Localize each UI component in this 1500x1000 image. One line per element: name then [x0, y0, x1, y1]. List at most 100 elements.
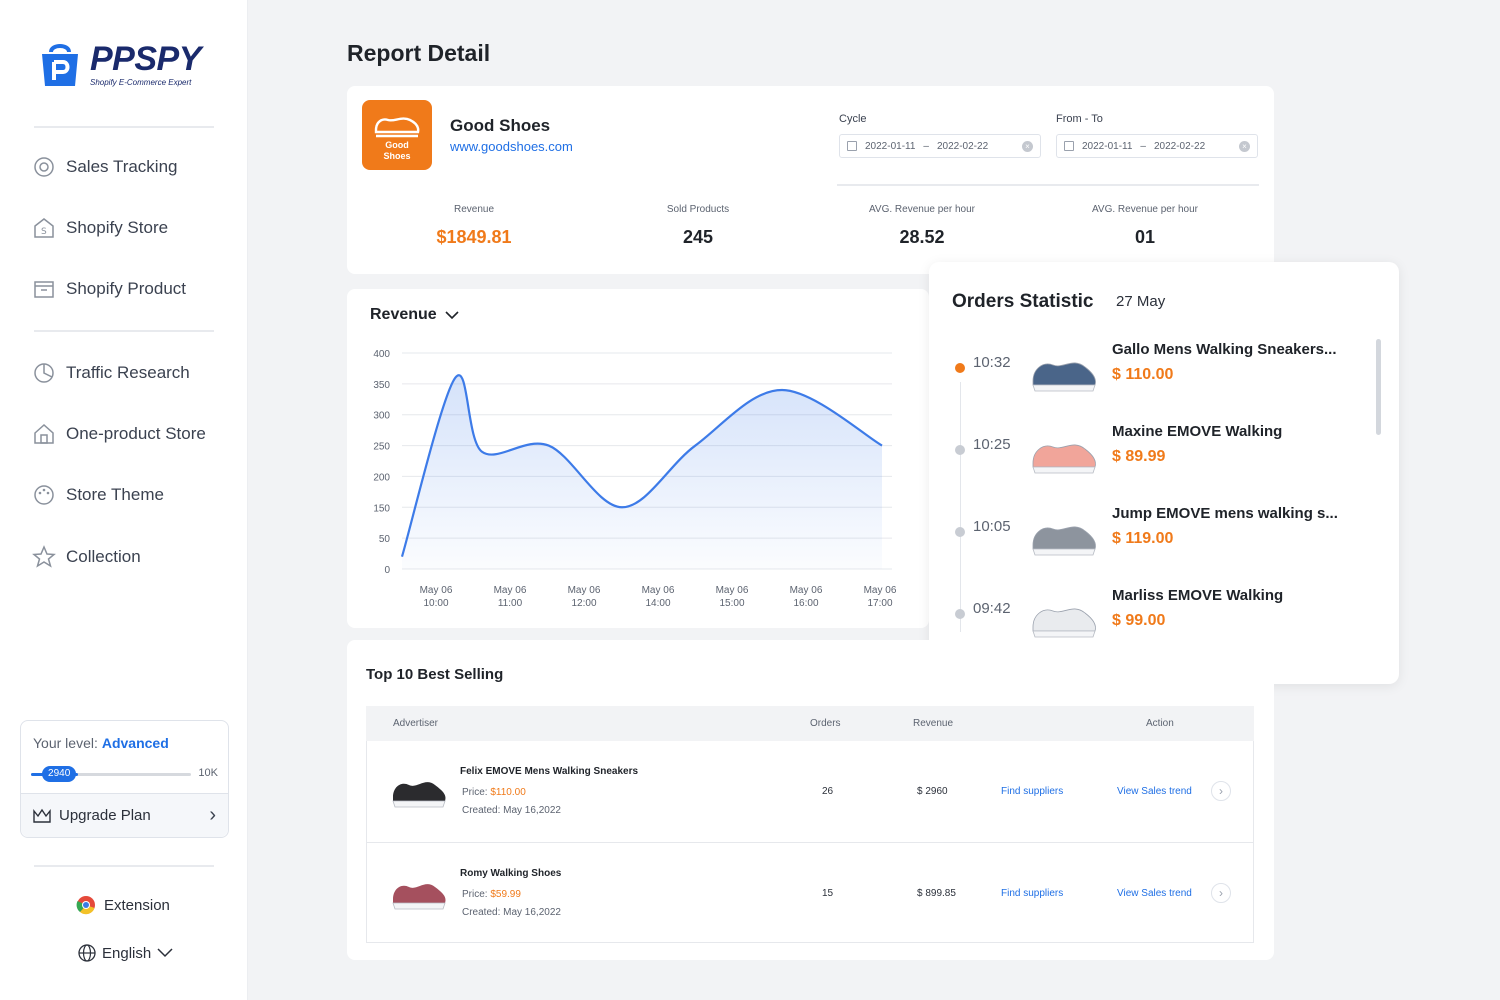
timeline-dot: [955, 527, 965, 537]
sidebar-item-shopify-product[interactable]: Shopify Product: [32, 274, 186, 304]
sidebar-item-label: Shopify Product: [66, 279, 187, 298]
divider: [34, 865, 214, 867]
store-summary-card: Good Shoes Good Shoes www.goodshoes.com C…: [347, 86, 1274, 274]
order-price: $ 89.99: [1112, 448, 1166, 465]
order-item[interactable]: 10:25 Maxine EMOVE Walking $ 89.99: [951, 423, 1371, 509]
chevron-right-icon[interactable]: ›: [1211, 781, 1231, 801]
series-area: [402, 375, 882, 569]
page-title: Report Detail: [347, 40, 491, 66]
revenue-chart: 0 50 150 200 250 300 350 400 May 06 10:00 May 06 11…: [373, 349, 897, 609]
view-sales-trend-link[interactable]: View Sales trend: [1117, 888, 1192, 899]
chevron-right-icon: ›: [209, 804, 216, 826]
level-progress-value: 2940: [42, 766, 77, 782]
column-header: Advertiser: [393, 718, 439, 729]
metric-avg-revenue-per-hour: AVG. Revenue per hour 28.52: [812, 204, 1032, 248]
metric-label: Revenue: [453, 204, 495, 215]
sidebar-item-collection[interactable]: Collection: [32, 542, 141, 572]
language-label: English: [102, 944, 152, 962]
product-created: Created: May 16,2022: [462, 805, 561, 816]
revenue-value: $ 2960: [917, 786, 948, 797]
upgrade-plan-button[interactable]: Upgrade Plan ›: [21, 793, 228, 837]
scrollbar[interactable]: [1376, 339, 1381, 435]
product-name: Romy Walking Shoes: [460, 868, 562, 879]
product-name: Felix EMOVE Mens Walking Sneakers: [460, 766, 639, 777]
sidebar: PPSPY Shopify E-Commerce Expert Sales Tr…: [0, 0, 248, 1000]
star-icon: [32, 545, 56, 568]
order-item[interactable]: 10:32 Gallo Mens Walking Sneakers... $ 110…: [951, 341, 1371, 427]
shoe-image: [1032, 444, 1096, 474]
chart-title: Revenue: [370, 306, 437, 323]
chrome-icon: [76, 896, 95, 915]
store-url-link[interactable]: www.goodshoes.com: [450, 139, 573, 154]
order-time: 10:25: [973, 436, 1011, 453]
table-row: Romy Walking Shoes Price: $59.99 Created: …: [367, 842, 1253, 943]
column-header: Orders: [810, 718, 841, 729]
product-price: Price: $59.99: [462, 889, 521, 900]
sidebar-item-sales-tracking[interactable]: Sales Tracking: [32, 152, 178, 182]
product-created: Created: May 16,2022: [462, 907, 561, 918]
divider: [34, 126, 214, 128]
order-time: 09:42: [973, 600, 1011, 617]
product-image: [392, 782, 446, 808]
logo[interactable]: PPSPY Shopify E-Commerce Expert: [38, 40, 201, 88]
x-tick-label: May 06: [494, 585, 527, 596]
palette-icon: [34, 485, 54, 505]
table-row: Felix EMOVE Mens Walking Sneakers Price: …: [367, 741, 1253, 842]
sidebar-item-one-product-store[interactable]: One-product Store: [32, 419, 206, 449]
divider: [34, 330, 214, 332]
order-product-name: Marliss EMOVE Walking: [1112, 587, 1284, 604]
x-tick-label: 17:00: [867, 598, 892, 609]
x-tick-label: May 06: [790, 585, 823, 596]
metric-value: 01: [1134, 227, 1156, 247]
chevron-down-icon: [445, 310, 459, 319]
x-tick-label: 11:00: [498, 598, 523, 609]
sidebar-item-store-theme[interactable]: Store Theme: [32, 480, 164, 510]
clear-icon[interactable]: ×: [1239, 140, 1250, 152]
level-label: Your level: Advanced: [33, 735, 169, 751]
find-suppliers-link[interactable]: Find suppliers: [1001, 888, 1063, 899]
level-progress-max: 10K: [198, 767, 218, 779]
metric-value: 28.52: [899, 227, 945, 247]
box-icon: [34, 281, 54, 298]
orders-count: 15: [822, 888, 834, 899]
logo-tagline: Shopify E-Commerce Expert: [90, 77, 192, 87]
svg-text:S: S: [41, 227, 47, 237]
extension-link[interactable]: Extension: [76, 895, 170, 915]
level-progress-bar: 2940: [31, 766, 191, 782]
x-tick-label: 12:00: [571, 598, 596, 609]
globe-icon: [78, 944, 96, 962]
sidebar-item-label: Traffic Research: [66, 363, 190, 382]
range-end-date: 2022-02-22: [1153, 140, 1206, 152]
table-title: Top 10 Best Selling: [366, 666, 504, 683]
cycle-start-date: 2022-01-11: [865, 140, 916, 152]
shoe-image: [1032, 526, 1096, 556]
shopping-bag-logo-icon: [38, 40, 82, 88]
clear-icon[interactable]: ×: [1022, 140, 1033, 152]
sidebar-item-traffic-research[interactable]: Traffic Research: [32, 358, 190, 388]
x-tick-label: May 06: [716, 585, 749, 596]
orders-count: 26: [822, 786, 834, 797]
order-time: 10:05: [973, 518, 1011, 535]
order-item[interactable]: 10:05 Jump EMOVE mens walking s... $ 119.0…: [951, 505, 1371, 591]
sidebar-item-label: Store Theme: [66, 485, 164, 504]
metric-revenue: Revenue $1849.81: [364, 204, 584, 248]
logo-name: PPSPY: [90, 39, 201, 78]
metric-label: AVG. Revenue per hour: [1092, 204, 1198, 215]
metric-sold-products: Sold Products 245: [588, 204, 808, 248]
target-icon: [34, 157, 54, 177]
sidebar-item-label: One-product Store: [66, 424, 206, 443]
sidebar-item-shopify-store[interactable]: S Shopify Store: [32, 213, 168, 243]
from-to-label: From - To: [1056, 113, 1103, 125]
crown-icon: [33, 808, 51, 823]
order-price: $ 99.00: [1112, 612, 1166, 629]
language-selector[interactable]: English: [78, 944, 173, 962]
product-image: [392, 884, 446, 910]
find-suppliers-link[interactable]: Find suppliers: [1001, 786, 1063, 797]
level-card: Your level: Advanced 2940 10K Upgrade Pla…: [20, 720, 229, 838]
chevron-right-icon[interactable]: ›: [1211, 883, 1231, 903]
view-sales-trend-link[interactable]: View Sales trend: [1117, 786, 1192, 797]
cycle-date-range[interactable]: 2022-01-11 – 2022-02-22 ×: [839, 134, 1041, 158]
from-to-date-range[interactable]: 2022-01-11 – 2022-02-22 ×: [1056, 134, 1258, 158]
chart-metric-dropdown[interactable]: Revenue: [370, 306, 459, 324]
store-icon: S: [34, 218, 54, 238]
